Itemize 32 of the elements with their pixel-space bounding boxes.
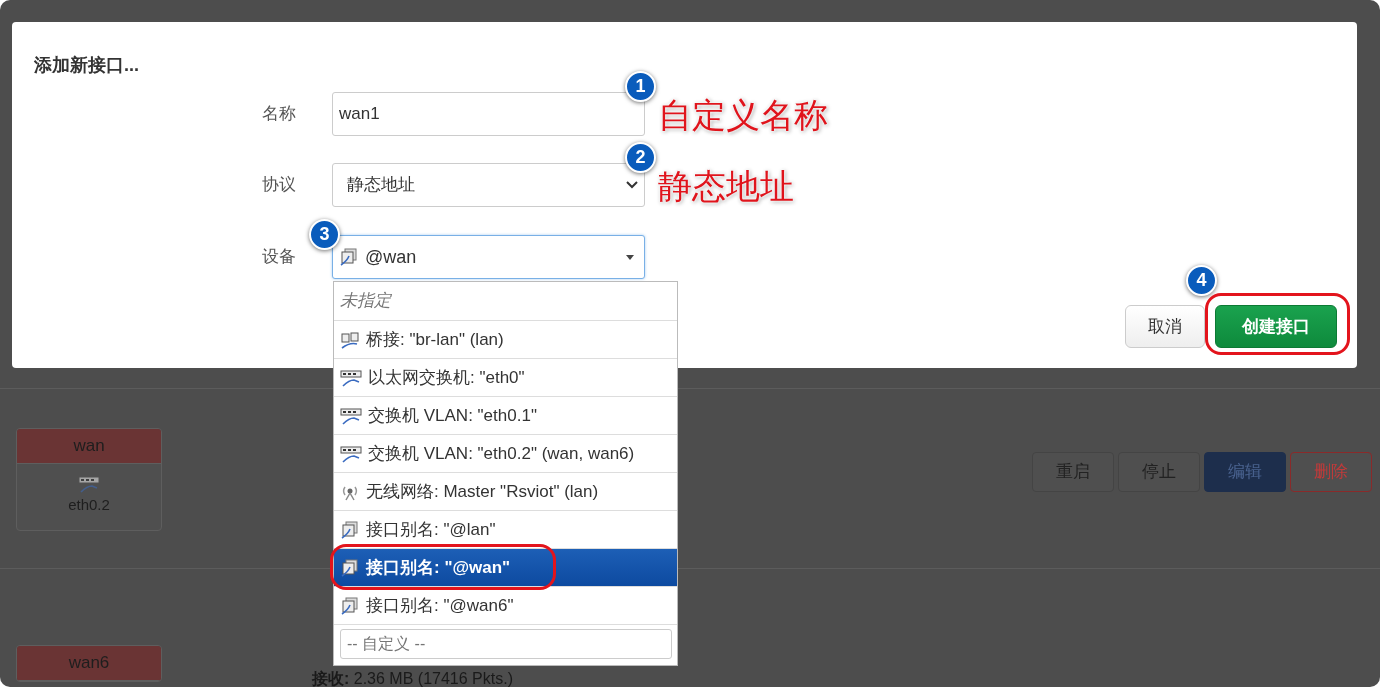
alias-icon bbox=[340, 595, 360, 616]
interface-name: wan6 bbox=[17, 646, 161, 681]
annotation-note: 自定义名称 bbox=[658, 95, 828, 136]
dropdown-option[interactable]: 以太网交换机: "eth0" bbox=[334, 359, 677, 397]
bridge-icon bbox=[340, 329, 360, 350]
interface-name: wan bbox=[17, 429, 161, 464]
alias-icon bbox=[340, 557, 360, 578]
field-label: 设备 bbox=[262, 246, 297, 269]
dropdown-option[interactable]: 未指定 bbox=[334, 282, 677, 321]
caret-icon bbox=[626, 254, 634, 260]
chevron-icon bbox=[626, 181, 638, 189]
network-switch-icon bbox=[340, 443, 362, 464]
protocol-select[interactable]: 静态地址 bbox=[332, 163, 645, 207]
dialog-title: 添加新接口... bbox=[34, 54, 139, 77]
dropdown-option[interactable]: 桥接: "br-lan" (lan) bbox=[334, 321, 677, 359]
dropdown-option[interactable]: 接口别名: "@wan6" bbox=[334, 587, 677, 625]
alias-icon bbox=[339, 247, 359, 267]
network-switch-icon bbox=[340, 367, 362, 388]
name-input[interactable]: wan1 bbox=[332, 92, 645, 136]
annotation-note: 静态地址 bbox=[658, 166, 794, 207]
device-select[interactable]: @wan bbox=[332, 235, 645, 279]
cancel-button[interactable]: 取消 bbox=[1125, 305, 1205, 348]
alias-icon bbox=[340, 519, 360, 540]
network-switch-icon bbox=[340, 405, 362, 426]
field-label: 名称 bbox=[262, 103, 297, 126]
field-label: 协议 bbox=[262, 174, 297, 197]
dropdown-option[interactable]: 接口别名: "@wan" bbox=[334, 549, 677, 587]
create-button[interactable]: 创建接口 bbox=[1215, 305, 1337, 348]
dropdown-option[interactable]: 交换机 VLAN: "eth0.1" bbox=[334, 397, 677, 435]
custom-input[interactable]: -- 自定义 -- bbox=[340, 629, 672, 659]
dropdown-option[interactable]: 交换机 VLAN: "eth0.2" (wan, wan6) bbox=[334, 435, 677, 473]
dropdown-option[interactable]: 无线网络: Master "Rsviot" (lan) bbox=[334, 473, 677, 511]
